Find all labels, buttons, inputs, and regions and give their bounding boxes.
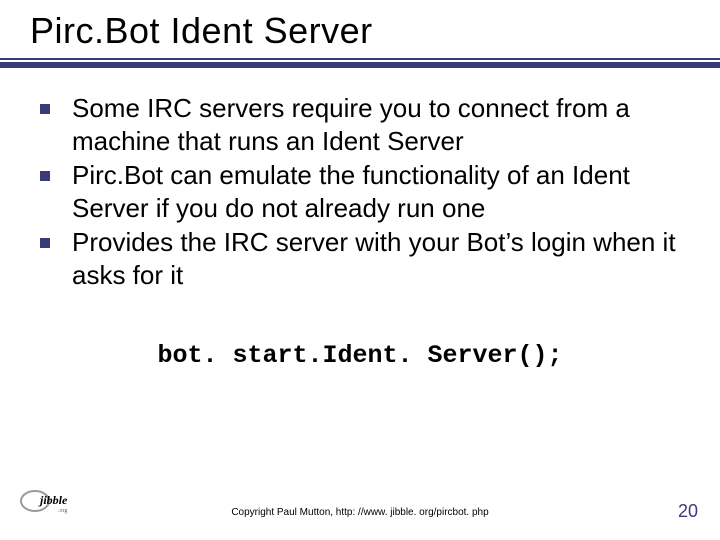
page-number: 20 bbox=[678, 501, 698, 522]
divider-thick bbox=[0, 62, 720, 68]
code-snippet: bot. start.Ident. Server(); bbox=[0, 341, 720, 370]
divider-thin bbox=[0, 58, 720, 60]
copyright-text: Copyright Paul Mutton, http: //www. jibb… bbox=[0, 507, 720, 518]
logo-text: jibble bbox=[38, 493, 68, 507]
bullet-item: Pirc.Bot can emulate the functionality o… bbox=[40, 159, 680, 224]
title-divider bbox=[0, 58, 720, 68]
square-bullet-icon bbox=[40, 238, 50, 248]
slide-title: Pirc.Bot Ident Server bbox=[0, 0, 720, 52]
bullet-item: Provides the IRC server with your Bot’s … bbox=[40, 226, 680, 291]
square-bullet-icon bbox=[40, 104, 50, 114]
square-bullet-icon bbox=[40, 171, 50, 181]
slide: Pirc.Bot Ident Server Some IRC servers r… bbox=[0, 0, 720, 540]
footer: jibble .org Copyright Paul Mutton, http:… bbox=[0, 494, 720, 524]
bullet-item: Some IRC servers require you to connect … bbox=[40, 92, 680, 157]
bullet-text: Some IRC servers require you to connect … bbox=[72, 92, 680, 157]
bullet-text: Provides the IRC server with your Bot’s … bbox=[72, 226, 680, 291]
bullet-text: Pirc.Bot can emulate the functionality o… bbox=[72, 159, 680, 224]
bullet-list: Some IRC servers require you to connect … bbox=[40, 92, 680, 291]
